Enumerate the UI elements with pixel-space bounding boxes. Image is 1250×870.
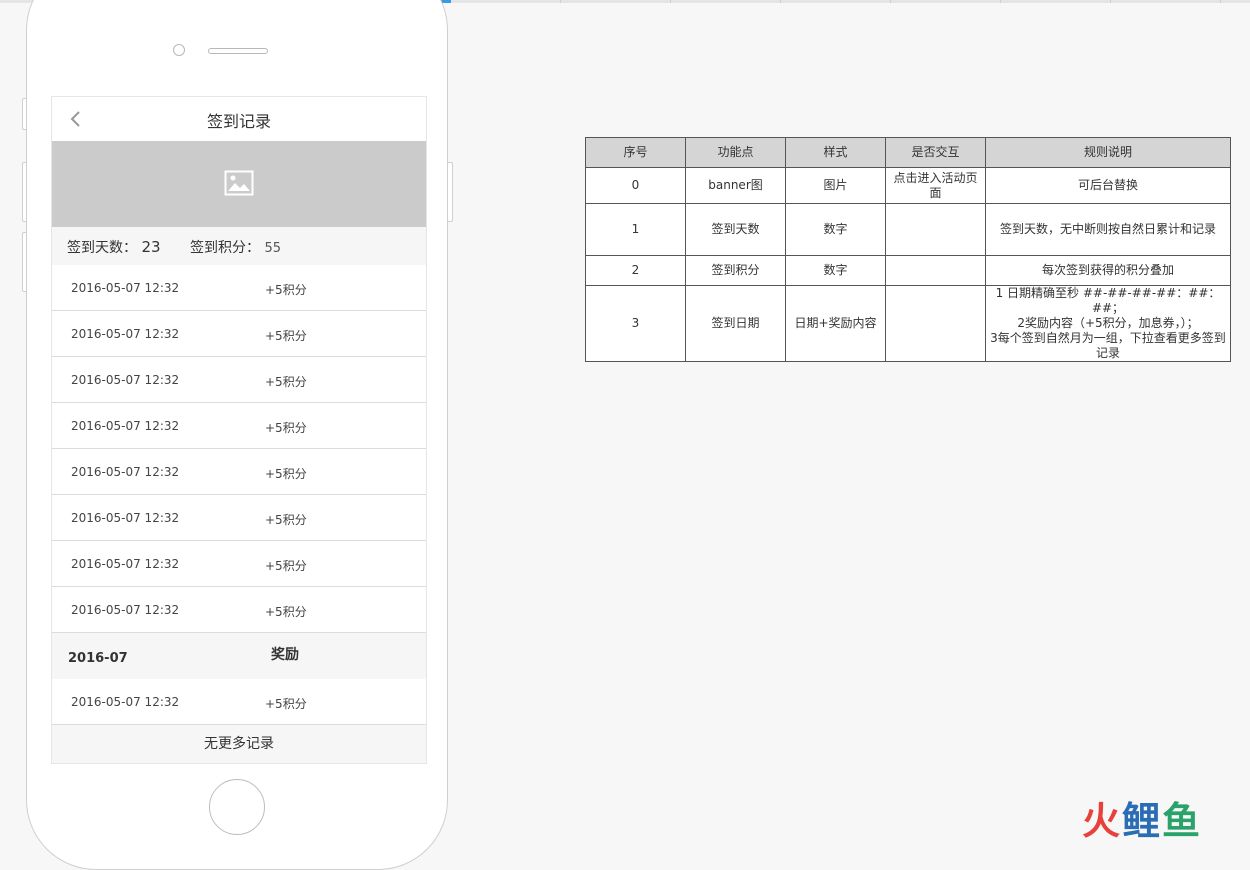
cell-interaction: 点击进入活动页面 xyxy=(885,167,986,204)
ruler-segment xyxy=(781,0,891,3)
signin-points-value: 55 xyxy=(264,241,281,256)
spec-row: 1 签到天数 数字 签到天数，无中断则按自然日累计和记录 xyxy=(585,203,1231,256)
header-rule: 规则说明 xyxy=(985,137,1231,168)
record-date: 2016-05-07 12:32 xyxy=(71,281,180,295)
cell-rule: 签到天数，无中断则按自然日累计和记录 xyxy=(985,203,1231,256)
home-button[interactable] xyxy=(209,779,265,835)
page-title: 签到记录 xyxy=(206,112,271,131)
record-points: +5积分 xyxy=(265,375,307,389)
cell-feature: 签到天数 xyxy=(685,203,786,256)
rule-line: 1 日期精确至秒 ##-##-##-##：##：##； xyxy=(995,286,1221,315)
signin-stats: 签到天数： 23 签到积分： 55 xyxy=(52,227,426,265)
rule-line: 2奖励内容（+5积分，加息券，）； xyxy=(1017,316,1199,330)
signin-points-label: 签到积分： xyxy=(190,240,260,256)
signin-days-stat: 签到天数： 23 xyxy=(67,237,161,257)
watermark-char: 火 xyxy=(1082,799,1123,843)
cell-rule: 可后台替换 xyxy=(985,167,1231,204)
record-row: 2016-05-07 12:32 +5积分 xyxy=(52,587,426,633)
cell-feature: 签到积分 xyxy=(685,255,786,286)
record-points: +5积分 xyxy=(265,467,307,481)
spec-row: 3 签到日期 日期+奖励内容 1 日期精确至秒 ##-##-##-##：##：#… xyxy=(585,285,1231,362)
ruler-segment xyxy=(891,0,1001,3)
cell-interaction xyxy=(885,255,986,286)
header-no: 序号 xyxy=(585,137,686,168)
header-feature: 功能点 xyxy=(685,137,786,168)
spec-table: 序号 功能点 样式 是否交互 规则说明 0 banner图 图片 点击进入活动页… xyxy=(585,137,1231,362)
spec-row: 0 banner图 图片 点击进入活动页面 可后台替换 xyxy=(585,167,1231,204)
record-date: 2016-05-07 12:32 xyxy=(71,511,180,525)
rule-line: 3每个签到自然月为一组，下拉查看更多签到记录 xyxy=(990,331,1226,360)
month-label: 2016-07 xyxy=(68,651,128,666)
phone-screen: 签到记录 签到天数： 23 签到积分： 55 2016-05-07 12:32 … xyxy=(51,96,427,764)
record-date: 2016-05-07 12:32 xyxy=(71,603,180,617)
record-points: +5积分 xyxy=(265,605,307,619)
ruler-segment xyxy=(1001,0,1111,3)
rule-line: 签到天数，无中断则按自然日累计和记录 xyxy=(999,222,1216,236)
cell-no: 3 xyxy=(585,285,686,362)
nav-bar: 签到记录 xyxy=(52,97,426,141)
cell-style: 日期+奖励内容 xyxy=(785,285,886,362)
image-placeholder-icon xyxy=(224,170,254,196)
cell-style: 图片 xyxy=(785,167,886,204)
record-date: 2016-05-07 12:32 xyxy=(71,695,180,709)
cell-style: 数字 xyxy=(785,255,886,286)
cell-no: 0 xyxy=(585,167,686,204)
record-points: +5积分 xyxy=(265,697,307,711)
no-more-records: 无更多记录 xyxy=(52,725,426,763)
record-points: +5积分 xyxy=(265,421,307,435)
camera-icon xyxy=(173,44,185,56)
record-date: 2016-05-07 12:32 xyxy=(71,465,180,479)
rule-line: 每次签到获得的积分叠加 xyxy=(1041,263,1174,277)
record-points: +5积分 xyxy=(265,513,307,527)
record-row: 2016-05-07 12:32 +5积分 xyxy=(52,265,426,311)
cell-style: 数字 xyxy=(785,203,886,256)
record-date: 2016-05-07 12:32 xyxy=(71,327,180,341)
signin-points-stat: 签到积分： 55 xyxy=(190,237,281,257)
cell-no: 1 xyxy=(585,203,686,256)
ruler-segment xyxy=(1111,0,1221,3)
header-interaction: 是否交互 xyxy=(885,137,986,168)
record-row: 2016-05-07 12:32 +5积分 xyxy=(52,679,426,725)
cell-feature: banner图 xyxy=(685,167,786,204)
cell-interaction xyxy=(885,285,986,362)
ruler-segment xyxy=(561,0,671,3)
record-row: 2016-05-07 12:32 +5积分 xyxy=(52,449,426,495)
cell-rule: 每次签到获得的积分叠加 xyxy=(985,255,1231,286)
signin-days-value: 23 xyxy=(141,238,161,256)
cell-no: 2 xyxy=(585,255,686,286)
record-points: +5积分 xyxy=(265,283,307,297)
spec-row: 2 签到积分 数字 每次签到获得的积分叠加 xyxy=(585,255,1231,286)
banner-image[interactable] xyxy=(52,141,426,227)
record-row: 2016-05-07 12:32 +5积分 xyxy=(52,495,426,541)
record-row: 2016-05-07 12:32 +5积分 xyxy=(52,311,426,357)
spec-header-row: 序号 功能点 样式 是否交互 规则说明 xyxy=(585,137,1231,168)
signin-days-label: 签到天数： xyxy=(67,240,137,256)
record-row: 2016-05-07 12:32 +5积分 xyxy=(52,357,426,403)
record-points: +5积分 xyxy=(265,329,307,343)
reward-column-label: 奖励 xyxy=(271,647,299,663)
record-date: 2016-05-07 12:32 xyxy=(71,373,180,387)
record-row: 2016-05-07 12:32 +5积分 xyxy=(52,541,426,587)
ruler-segment xyxy=(451,0,561,3)
cell-rule: 1 日期精确至秒 ##-##-##-##：##：##； 2奖励内容（+5积分，加… xyxy=(985,285,1231,362)
ruler-segment xyxy=(671,0,781,3)
header-style: 样式 xyxy=(785,137,886,168)
cell-interaction xyxy=(885,203,986,256)
watermark-char: 鱼 xyxy=(1162,799,1203,843)
record-points: +5积分 xyxy=(265,559,307,573)
speaker-grille xyxy=(208,48,268,54)
record-date: 2016-05-07 12:32 xyxy=(71,419,180,433)
cell-feature: 签到日期 xyxy=(685,285,786,362)
month-group-header: 2016-07 奖励 xyxy=(52,633,426,679)
watermark-char: 鲤 xyxy=(1122,799,1163,843)
rule-line: 可后台替换 xyxy=(1077,178,1138,192)
record-date: 2016-05-07 12:32 xyxy=(71,557,180,571)
brand-watermark: 火鲤鱼 xyxy=(1082,790,1202,845)
record-row: 2016-05-07 12:32 +5积分 xyxy=(52,403,426,449)
